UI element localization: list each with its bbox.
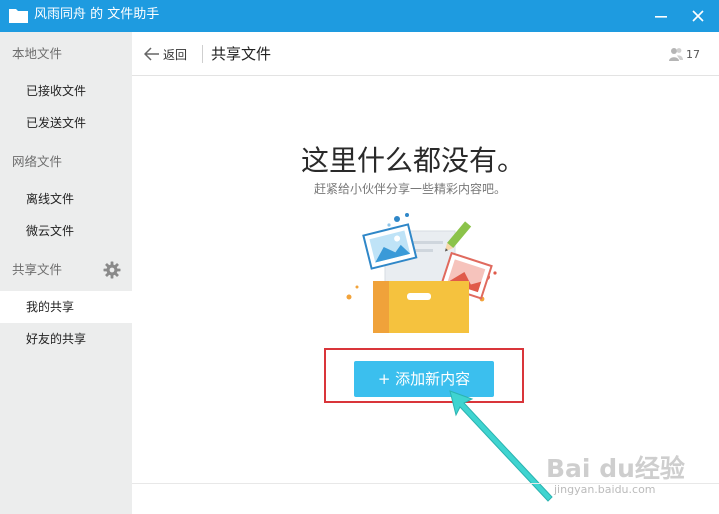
folder-icon: [9, 9, 28, 23]
window-title: 风雨同舟 的 文件助手: [34, 7, 160, 22]
close-icon[interactable]: [690, 8, 706, 24]
baidu-watermark: Bai du经验 jingyan.baidu.com: [546, 449, 696, 499]
back-label: 返回: [163, 47, 188, 62]
header-divider: [202, 45, 203, 63]
gear-icon[interactable]: [103, 261, 121, 279]
empty-folder-illustration: [346, 213, 497, 333]
sidebar-item-friend-shares[interactable]: 好友的共享: [0, 323, 132, 355]
page-title: 共享文件: [211, 45, 272, 63]
minimize-icon[interactable]: [653, 8, 669, 24]
watermark-logo: Bai du经验: [546, 454, 685, 483]
watermark-url: jingyan.baidu.com: [554, 483, 656, 496]
sidebar-item-weiyun[interactable]: 微云文件: [0, 215, 132, 247]
users-icon: [669, 48, 683, 61]
sidebar: 本地文件 已接收文件 已发送文件 网络文件 离线文件 微云文件 共享文件 我的共…: [0, 32, 132, 514]
sidebar-item-offline[interactable]: 离线文件: [0, 183, 132, 215]
content-header: 返回 共享文件 17: [132, 32, 719, 76]
empty-state-subtitle: 赶紧给小伙伴分享一些精彩内容吧。: [314, 182, 507, 196]
sidebar-item-my-shares[interactable]: 我的共享: [0, 291, 132, 323]
members-button[interactable]: 17: [668, 46, 700, 62]
sidebar-item-received[interactable]: 已接收文件: [0, 75, 132, 107]
sidebar-group-shared: 共享文件: [12, 262, 63, 277]
sidebar-item-sent[interactable]: 已发送文件: [0, 107, 132, 139]
annotation-arrow-icon: [449, 390, 553, 502]
sidebar-group-local: 本地文件: [12, 46, 63, 61]
title-bar: 风雨同舟 的 文件助手: [0, 0, 719, 32]
member-count: 17: [686, 47, 700, 61]
back-button[interactable]: 返回: [144, 45, 187, 63]
arrow-left-icon: [144, 47, 159, 61]
empty-state-title: 这里什么都没有。: [300, 144, 525, 177]
sidebar-group-network: 网络文件: [12, 154, 63, 169]
